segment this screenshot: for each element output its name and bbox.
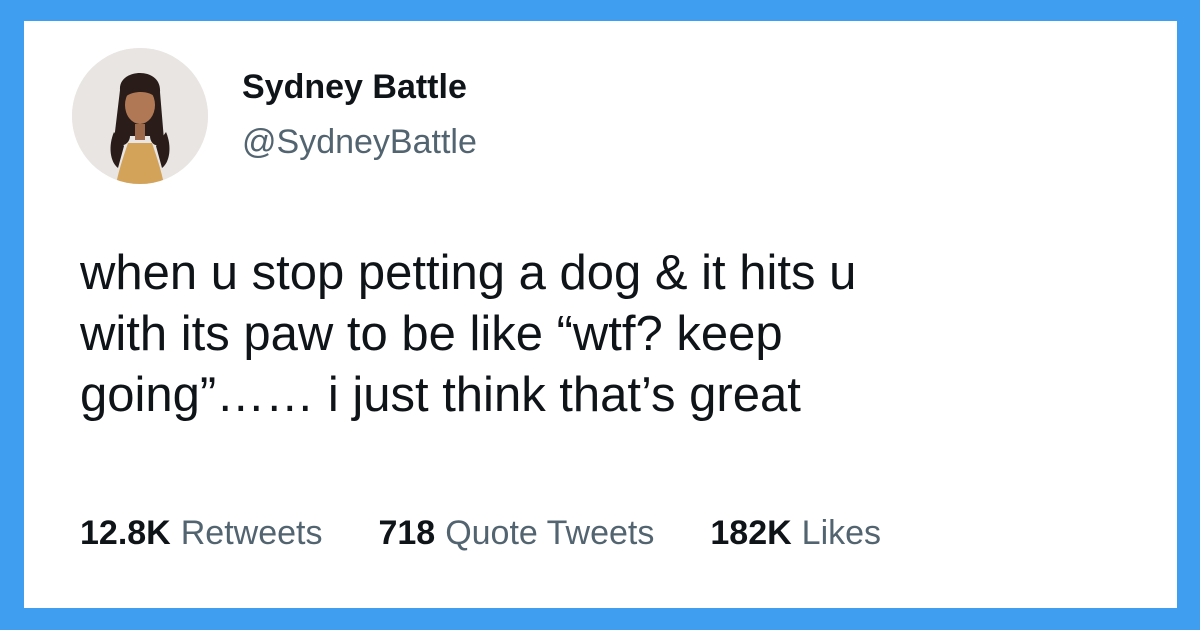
retweets-label: Retweets <box>180 514 323 552</box>
avatar-photo <box>72 48 208 184</box>
display-name[interactable]: Sydney Battle <box>242 68 467 107</box>
quote-tweets-stat[interactable]: 718 Quote Tweets <box>378 514 654 553</box>
avatar[interactable] <box>72 48 208 184</box>
tweet-text: when u stop petting a dog & it hits u wi… <box>80 246 857 422</box>
retweets-count: 12.8K <box>80 514 171 552</box>
quote-tweets-count: 718 <box>378 514 436 552</box>
engagement-stats: 12.8K Retweets 718 Quote Tweets 182K Lik… <box>80 514 937 553</box>
retweets-stat[interactable]: 12.8K Retweets <box>80 514 322 553</box>
likes-count: 182K <box>710 514 792 552</box>
likes-stat[interactable]: 182K Likes <box>710 514 881 553</box>
quote-tweets-label: Quote Tweets <box>445 514 655 552</box>
likes-label: Likes <box>801 514 882 552</box>
handle[interactable]: @SydneyBattle <box>242 123 477 162</box>
tweet-card: Sydney Battle @SydneyBattle when u stop … <box>24 21 1177 608</box>
